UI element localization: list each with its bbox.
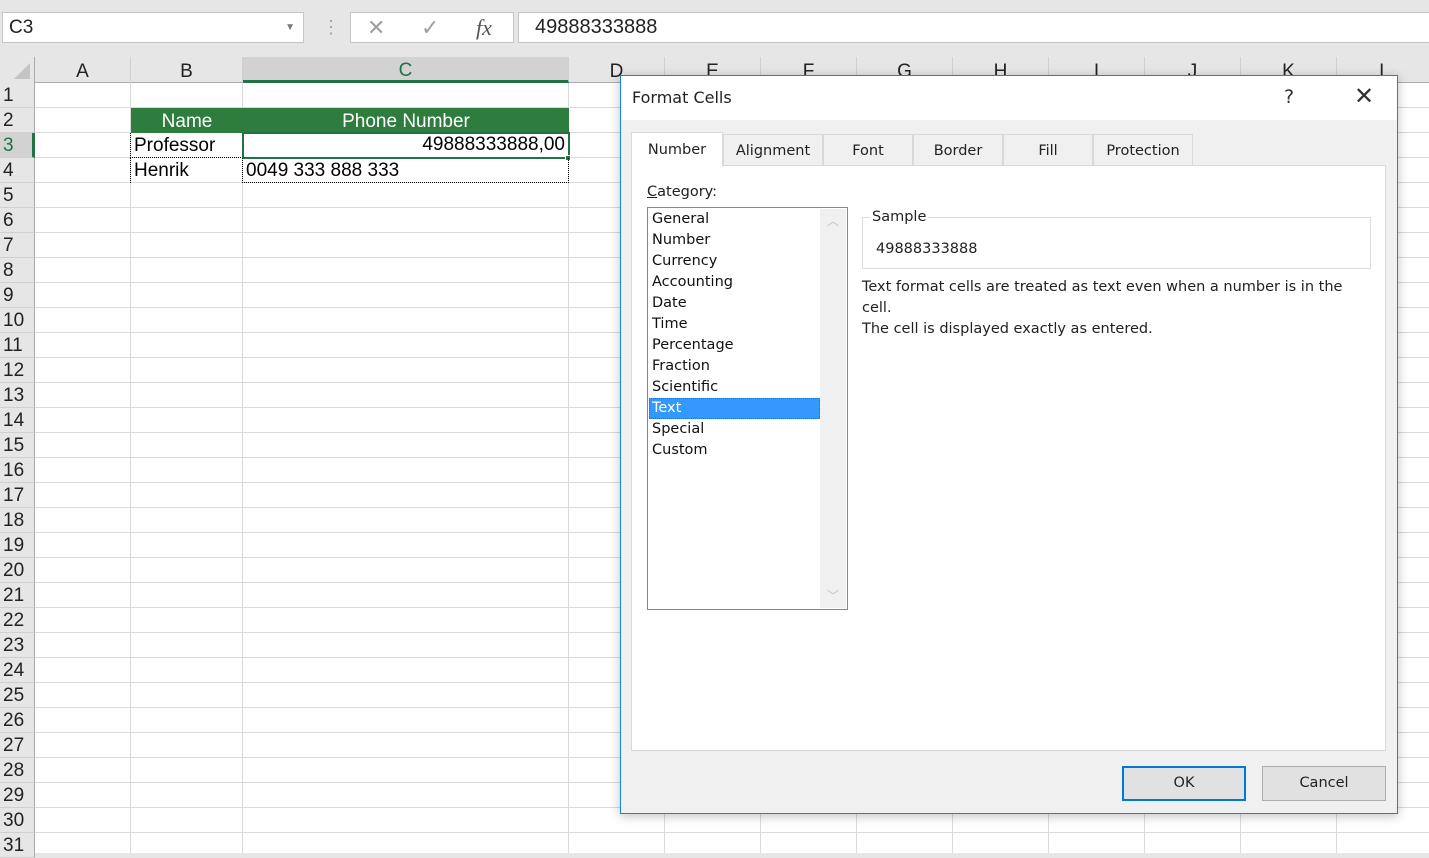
name-box-value: C3 [9,17,34,38]
category-item[interactable]: Percentage [649,335,820,356]
row-header[interactable]: 21 [0,583,35,608]
description-line: The cell is displayed exactly as entered… [862,321,1153,337]
table-header-phone[interactable]: Phone Number [243,108,569,133]
row-header[interactable]: 16 [0,458,35,483]
chevron-down-icon[interactable]: ▼ [285,13,295,42]
row-header[interactable]: 30 [0,808,35,833]
category-item[interactable]: Scientific [649,377,820,398]
row-header[interactable]: 15 [0,433,35,458]
chevron-down-icon[interactable]: ﹀ [820,586,846,606]
format-cells-dialog: Format Cells ? ✕ Number Alignment Font B… [620,75,1398,814]
gridline [242,83,243,853]
formula-buttons: ✕ ✓ fx [350,12,514,43]
row-header[interactable]: 24 [0,658,35,683]
row-header[interactable]: 5 [0,183,35,208]
row-header[interactable]: 27 [0,733,35,758]
row-header[interactable]: 6 [0,208,35,233]
table-cell-name[interactable]: Professor [130,133,243,158]
active-cell-phone[interactable]: 49888333888,00 [242,132,570,159]
gridline [568,83,569,853]
tab-number[interactable]: Number [631,132,723,167]
row-header[interactable]: 22 [0,608,35,633]
select-all-button[interactable] [0,57,35,83]
category-label-text: ategory: [657,184,718,200]
column-header[interactable]: B [131,57,243,83]
drag-handle-icon[interactable]: ⋮ [322,15,340,39]
row-header[interactable]: 26 [0,708,35,733]
row-header[interactable]: 23 [0,633,35,658]
row-header[interactable]: 18 [0,508,35,533]
category-item[interactable]: Date [649,293,820,314]
category-item[interactable]: Currency [649,251,820,272]
category-item[interactable]: Custom [649,440,820,461]
format-description: Text format cells are treated as text ev… [862,277,1362,340]
row-header[interactable]: 7 [0,233,35,258]
category-item[interactable]: Special [649,419,820,440]
row-header[interactable]: 29 [0,783,35,808]
tab-fill[interactable]: Fill [1003,134,1093,166]
cancel-button[interactable]: Cancel [1262,766,1386,801]
table-cell-phone[interactable]: 0049 333 888 333 [242,158,569,183]
row-header[interactable]: 2 [0,108,35,133]
dialog-titlebar[interactable]: Format Cells ? ✕ [621,76,1397,120]
row-header[interactable]: 12 [0,358,35,383]
category-item[interactable]: Time [649,314,820,335]
row-header[interactable]: 10 [0,308,35,333]
enter-icon[interactable]: ✓ [421,13,439,42]
row-header[interactable]: 28 [0,758,35,783]
formula-input[interactable]: 49888333888 [518,12,1429,43]
category-item[interactable]: Fraction [649,356,820,377]
cancel-icon[interactable]: ✕ [367,13,385,42]
sample-label: Sample [870,209,929,225]
category-item[interactable]: Accounting [649,272,820,293]
close-icon[interactable]: ✕ [1349,82,1379,110]
gridline [130,83,131,853]
row-header[interactable]: 13 [0,383,35,408]
row-header[interactable]: 25 [0,683,35,708]
row-header[interactable]: 19 [0,533,35,558]
row-header[interactable]: 8 [0,258,35,283]
tab-border[interactable]: Border [913,134,1003,166]
category-label: Category: [647,184,717,200]
category-item[interactable]: Text [649,398,820,419]
ok-button[interactable]: OK [1122,766,1246,801]
column-header-selected[interactable]: C [243,57,569,83]
tab-protection[interactable]: Protection [1093,134,1193,166]
sample-value: 49888333888 [876,241,978,257]
name-box[interactable]: C3 ▼ [2,12,304,43]
number-tab-panel: Category: ︿ ﹀ General Number Currency Accou… [631,165,1386,751]
row-header[interactable]: 1 [0,83,35,108]
insert-function-icon[interactable]: fx [476,13,492,42]
tab-font[interactable]: Font [823,134,913,166]
row-header[interactable]: 4 [0,158,35,183]
category-item[interactable]: Number [649,230,820,251]
row-header[interactable]: 14 [0,408,35,433]
column-header[interactable]: A [35,57,131,83]
description-line: Text format cells are treated as text ev… [862,279,1343,316]
category-item[interactable]: General [649,209,820,230]
category-listbox[interactable]: ︿ ﹀ General Number Currency Accounting Date T… [647,207,848,610]
help-icon[interactable]: ? [1284,86,1294,108]
chevron-up-icon[interactable]: ︿ [820,211,846,231]
table-cell-name[interactable]: Henrik [130,158,243,183]
listbox-scrollbar[interactable]: ︿ ﹀ [820,209,846,608]
row-header[interactable]: 20 [0,558,35,583]
row-header[interactable]: 17 [0,483,35,508]
row-header-selected[interactable]: 3 [0,133,35,158]
category-label-accel: C [647,184,658,200]
row-header[interactable]: 11 [0,333,35,358]
row-header[interactable]: 9 [0,283,35,308]
formula-bar: C3 ▼ ⋮ ✕ ✓ fx 49888333888 [0,0,1429,56]
dialog-title: Format Cells [632,88,732,107]
table-header-name[interactable]: Name [131,108,243,133]
tab-alignment[interactable]: Alignment [723,134,823,166]
row-header[interactable]: 31 [0,833,35,858]
